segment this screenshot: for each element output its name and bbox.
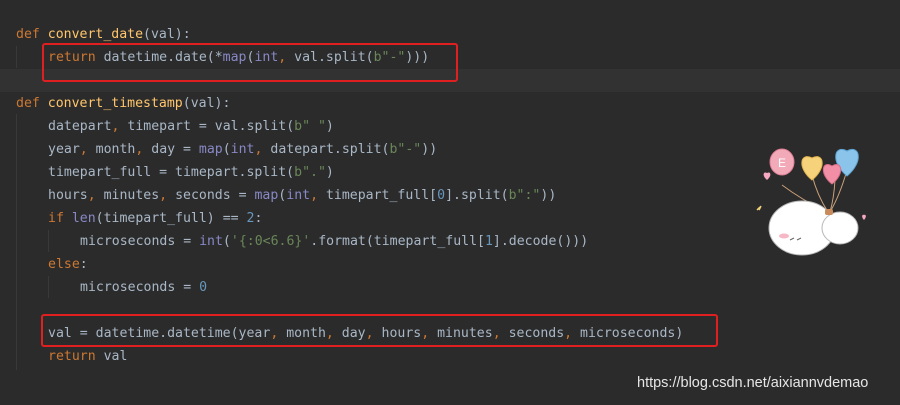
code-token: timepart = val.split( — [127, 119, 295, 134]
code-token: b"-" — [389, 142, 422, 157]
code-token: convert_date — [47, 27, 144, 42]
code-token: map — [254, 188, 279, 203]
code-token: (val): — [143, 27, 191, 42]
code-token: , — [310, 188, 326, 203]
code-token: microseconds = — [80, 234, 200, 249]
code-token: .format(timepart_full[ — [310, 234, 485, 249]
code-token: minutes — [103, 188, 160, 203]
code-token: def — [16, 96, 48, 111]
code-token: val — [103, 349, 128, 364]
code-token: , — [159, 188, 176, 203]
code-line-15[interactable]: return val — [0, 345, 900, 368]
code-token: ].split( — [445, 188, 509, 203]
small-heart-icon — [763, 172, 771, 180]
code-line-5[interactable]: datepart, timepart = val.split(b" ") — [0, 115, 900, 138]
heart-balloon-icon — [822, 164, 842, 185]
code-token: '{:0<6.6}' — [230, 234, 311, 249]
watermark-url: https://blog.csdn.net/aixiannvdemao — [637, 375, 869, 391]
code-token: year — [48, 142, 80, 157]
heart-balloon-icon — [801, 156, 823, 181]
code-text: hours, minutes, seconds = map(int, timep… — [48, 184, 556, 207]
code-token: int — [286, 188, 311, 203]
code-text: datepart, timepart = val.split(b" ") — [48, 115, 334, 138]
code-token: int — [199, 234, 223, 249]
code-token: seconds = — [175, 188, 255, 203]
code-token: 1 — [484, 234, 493, 249]
code-token: if — [48, 211, 72, 226]
balloon-character-sticker: E — [756, 148, 866, 256]
code-token: (val): — [182, 96, 231, 111]
code-token: (timepart_full) == — [95, 211, 247, 226]
code-text: timepart_full = timepart.split(b".") — [48, 161, 334, 184]
code-token: else — [48, 257, 80, 272]
code-token: int — [230, 142, 255, 157]
code-text: def convert_timestamp(val): — [16, 92, 230, 115]
code-token: datepart.split( — [270, 142, 390, 157]
code-token: def — [16, 27, 48, 42]
sparkle-icon — [756, 205, 762, 211]
code-token: : — [79, 257, 88, 272]
code-line-12[interactable]: microseconds = 0 — [0, 276, 900, 299]
code-text: return val — [48, 345, 127, 368]
code-token: month — [95, 142, 136, 157]
code-text: if len(timepart_full) == 2: — [48, 207, 262, 230]
code-token: timepart_full = timepart.split( — [48, 165, 295, 180]
highlight-box-return-date — [42, 43, 458, 82]
code-token: map — [198, 142, 223, 157]
code-token: , — [254, 142, 271, 157]
code-line-4[interactable]: def convert_timestamp(val): — [0, 92, 900, 115]
code-token: b":" — [508, 188, 541, 203]
code-token: ) — [325, 119, 334, 134]
code-token: , — [87, 188, 104, 203]
code-token: timepart_full[ — [325, 188, 438, 203]
code-token: )) — [421, 142, 438, 157]
code-token: ( — [222, 234, 231, 249]
highlight-box-datetime-call — [41, 314, 718, 347]
code-token: len — [71, 211, 96, 226]
code-token: datepart — [48, 119, 112, 134]
code-token: , — [79, 142, 96, 157]
code-token: : — [254, 211, 263, 226]
code-text: year, month, day = map(int, datepart.spl… — [48, 138, 437, 161]
code-text: else: — [48, 253, 88, 276]
code-text: microseconds = int('{:0<6.6}'.format(tim… — [80, 230, 588, 253]
code-token: hours — [48, 188, 88, 203]
code-token: day = — [151, 142, 199, 157]
character-cheek — [779, 233, 789, 239]
code-token: return — [48, 349, 104, 364]
code-token: 0 — [437, 188, 446, 203]
balloon-letter: E — [778, 156, 786, 170]
code-token: , — [135, 142, 152, 157]
balloon-knot — [825, 209, 833, 215]
code-text: microseconds = 0 — [80, 276, 207, 299]
small-heart-icon — [862, 214, 866, 220]
code-token: 0 — [199, 280, 208, 295]
code-token: convert_timestamp — [47, 96, 183, 111]
code-token: b" " — [294, 119, 326, 134]
character-head — [821, 211, 859, 245]
code-token: ) — [325, 165, 334, 180]
code-token: b"." — [294, 165, 326, 180]
code-token: microseconds = — [80, 280, 200, 295]
code-token: , — [111, 119, 128, 134]
code-token: ( — [222, 142, 231, 157]
code-token: ].decode())) — [492, 234, 589, 249]
code-token: )) — [540, 188, 557, 203]
